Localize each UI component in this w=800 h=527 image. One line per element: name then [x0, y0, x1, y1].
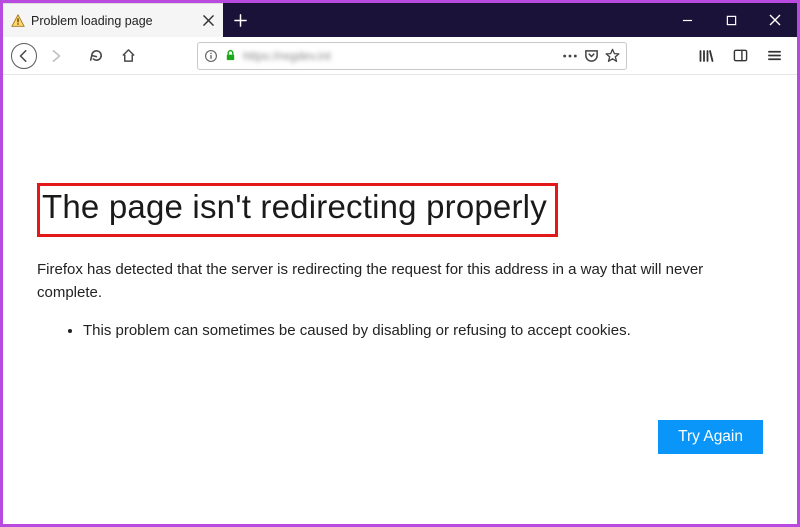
- error-description: Firefox has detected that the server is …: [37, 259, 757, 304]
- lock-icon: [224, 49, 237, 62]
- tab-close-button[interactable]: [201, 14, 215, 28]
- site-info-icon[interactable]: [204, 49, 218, 63]
- toolbar-right: [691, 41, 791, 71]
- page-actions-icon[interactable]: [562, 53, 578, 59]
- nav-toolbar: https://regdev.int: [3, 37, 797, 75]
- maximize-button[interactable]: [709, 3, 753, 37]
- sidebars-icon[interactable]: [725, 41, 755, 71]
- titlebar-spacer: [257, 3, 665, 37]
- home-button[interactable]: [113, 41, 143, 71]
- new-tab-button[interactable]: [223, 3, 257, 37]
- forward-button[interactable]: [41, 41, 71, 71]
- browser-tab[interactable]: Problem loading page: [3, 3, 223, 37]
- tab-title: Problem loading page: [31, 14, 195, 28]
- url-text: https://regdev.int: [243, 49, 556, 63]
- back-button[interactable]: [9, 41, 39, 71]
- urlbar-actions: [562, 48, 620, 63]
- warning-icon: [11, 14, 25, 28]
- browser-window: Problem loading page: [0, 0, 800, 527]
- url-bar[interactable]: https://regdev.int: [197, 42, 627, 70]
- library-icon[interactable]: [691, 41, 721, 71]
- window-controls: [665, 3, 797, 37]
- titlebar: Problem loading page: [3, 3, 797, 37]
- error-page-content: The page isn't redirecting properly Fire…: [3, 75, 797, 524]
- try-again-button[interactable]: Try Again: [658, 420, 763, 454]
- error-heading: The page isn't redirecting properly: [42, 188, 547, 226]
- window-close-button[interactable]: [753, 3, 797, 37]
- error-bullets: This problem can sometimes be caused by …: [37, 322, 763, 339]
- error-bullet-item: This problem can sometimes be caused by …: [83, 322, 763, 339]
- reload-button[interactable]: [81, 41, 111, 71]
- pocket-icon[interactable]: [584, 48, 599, 63]
- app-menu-icon[interactable]: [759, 41, 789, 71]
- minimize-button[interactable]: [665, 3, 709, 37]
- bookmark-star-icon[interactable]: [605, 48, 620, 63]
- heading-highlight-box: The page isn't redirecting properly: [37, 183, 558, 237]
